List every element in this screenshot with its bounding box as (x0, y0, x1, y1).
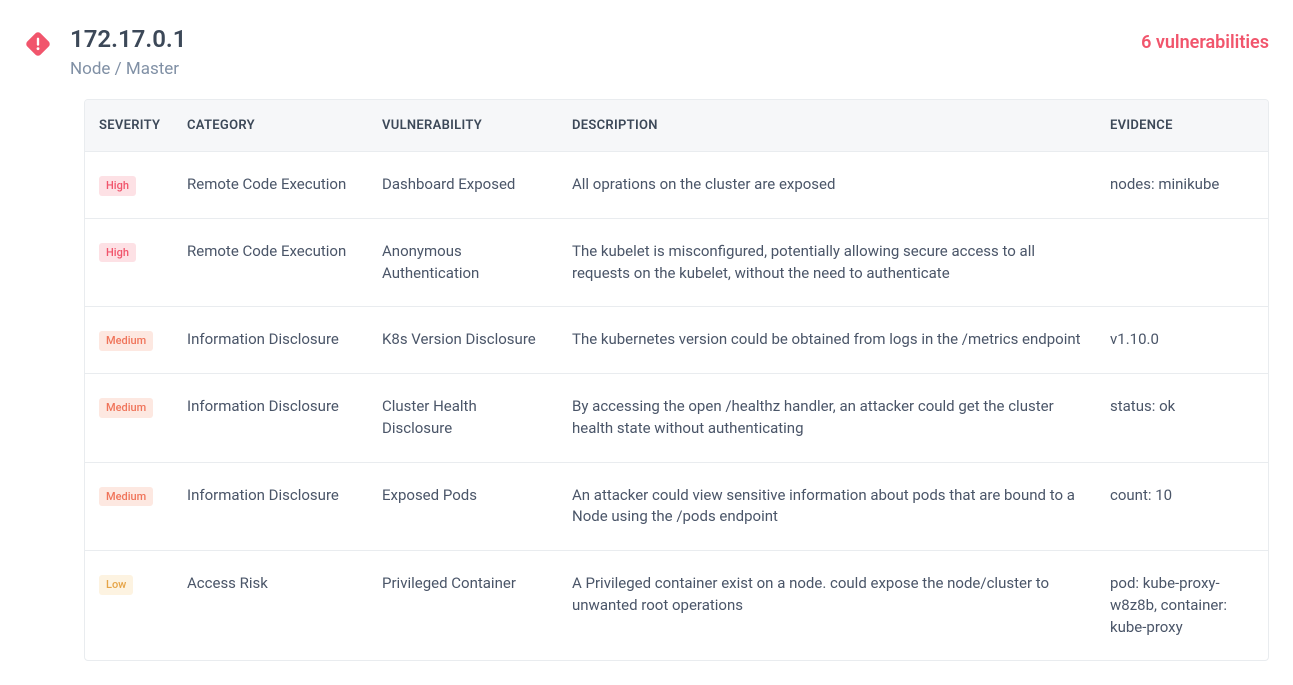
vulnerability-table-wrap: SEVERITY CATEGORY VULNERABILITY DESCRIPT… (84, 99, 1269, 661)
col-header-severity: SEVERITY (85, 100, 175, 152)
cell-severity: Medium (85, 374, 175, 463)
severity-badge: Medium (99, 398, 153, 417)
cell-evidence (1098, 218, 1268, 307)
severity-badge: High (99, 176, 136, 195)
table-row: High Remote Code ExecutionAnonymous Authe… (85, 218, 1268, 307)
cell-vulnerability: K8s Version Disclosure (370, 307, 560, 374)
vulnerability-count: 6 vulnerabilities (1141, 32, 1269, 53)
cell-severity: Low (85, 551, 175, 661)
cell-category: Access Risk (175, 551, 370, 661)
cell-severity: Medium (85, 462, 175, 551)
table-header-row: SEVERITY CATEGORY VULNERABILITY DESCRIPT… (85, 100, 1268, 152)
table-row: Low Access RiskPrivileged ContainerA Priv… (85, 551, 1268, 661)
cell-evidence: count: 10 (1098, 462, 1268, 551)
cell-severity: High (85, 152, 175, 219)
cell-vulnerability: Cluster Health Disclosure (370, 374, 560, 463)
alert-icon (24, 30, 52, 62)
cell-vulnerability: Dashboard Exposed (370, 152, 560, 219)
severity-badge: Medium (99, 487, 153, 506)
cell-category: Information Disclosure (175, 462, 370, 551)
header-text: 172.17.0.1 Node / Master (70, 24, 1123, 79)
col-header-evidence: EVIDENCE (1098, 100, 1268, 152)
table-row: Medium Information DisclosureK8s Version … (85, 307, 1268, 374)
col-header-category: CATEGORY (175, 100, 370, 152)
cell-evidence: status: ok (1098, 374, 1268, 463)
cell-severity: High (85, 218, 175, 307)
vulnerability-report: 172.17.0.1 Node / Master 6 vulnerabiliti… (24, 24, 1269, 661)
cell-vulnerability: Exposed Pods (370, 462, 560, 551)
severity-badge: Low (99, 575, 133, 594)
cell-evidence: pod: kube-proxy-w8z8b, container: kube-p… (1098, 551, 1268, 661)
cell-vulnerability: Anonymous Authentication (370, 218, 560, 307)
cell-description: An attacker could view sensitive informa… (560, 462, 1098, 551)
cell-description: All oprations on the cluster are exposed (560, 152, 1098, 219)
cell-category: Remote Code Execution (175, 218, 370, 307)
cell-vulnerability: Privileged Container (370, 551, 560, 661)
cell-severity: Medium (85, 307, 175, 374)
severity-badge: Medium (99, 331, 153, 350)
cell-description: The kubernetes version could be obtained… (560, 307, 1098, 374)
cell-category: Information Disclosure (175, 374, 370, 463)
vulnerability-table: SEVERITY CATEGORY VULNERABILITY DESCRIPT… (85, 100, 1268, 660)
node-subtitle: Node / Master (70, 59, 1123, 79)
report-header: 172.17.0.1 Node / Master 6 vulnerabiliti… (24, 24, 1269, 79)
cell-description: By accessing the open /healthz handler, … (560, 374, 1098, 463)
col-header-vulnerability: VULNERABILITY (370, 100, 560, 152)
table-row: High Remote Code ExecutionDashboard Expos… (85, 152, 1268, 219)
cell-evidence: v1.10.0 (1098, 307, 1268, 374)
cell-description: The kubelet is misconfigured, potentiall… (560, 218, 1098, 307)
col-header-description: DESCRIPTION (560, 100, 1098, 152)
cell-evidence: nodes: minikube (1098, 152, 1268, 219)
table-row: Medium Information DisclosureCluster Heal… (85, 374, 1268, 463)
table-row: Medium Information DisclosureExposed Pods… (85, 462, 1268, 551)
cell-category: Information Disclosure (175, 307, 370, 374)
severity-badge: High (99, 243, 136, 262)
node-ip: 172.17.0.1 (70, 24, 1123, 55)
cell-category: Remote Code Execution (175, 152, 370, 219)
cell-description: A Privileged container exist on a node. … (560, 551, 1098, 661)
